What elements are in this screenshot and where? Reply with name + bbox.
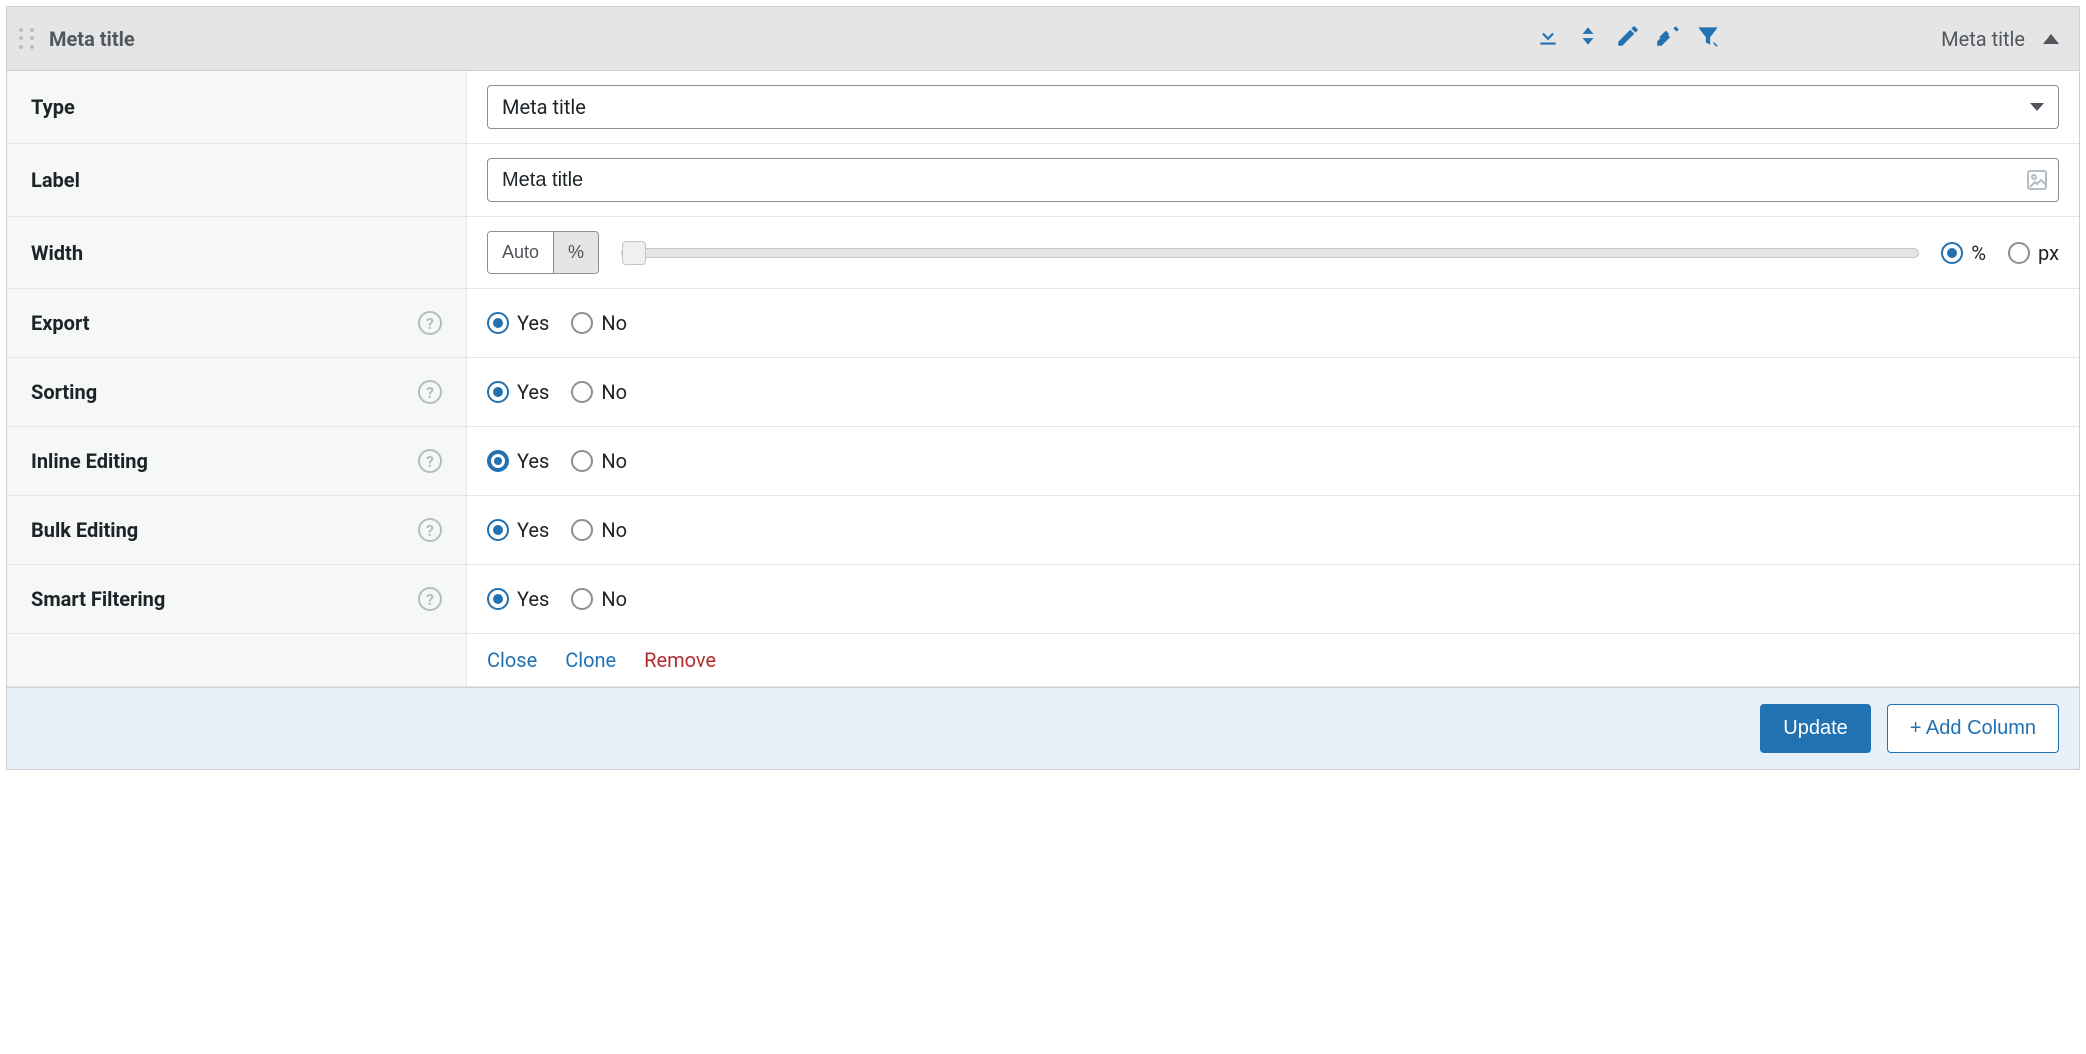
type-label: Type — [31, 95, 75, 119]
row-export: Export ? Yes No — [7, 289, 2079, 358]
close-link[interactable]: Close — [487, 648, 537, 672]
smart-no-radio[interactable]: No — [571, 587, 627, 611]
smart-filtering-label: Smart Filtering — [31, 587, 165, 611]
help-icon[interactable]: ? — [418, 311, 442, 335]
bulk-no-radio[interactable]: No — [571, 518, 627, 542]
inline-editing-label: Inline Editing — [31, 449, 148, 473]
row-inline-editing: Inline Editing ? Yes No — [7, 427, 2079, 496]
help-icon[interactable]: ? — [418, 449, 442, 473]
sorting-label: Sorting — [31, 380, 97, 404]
smart-yes-radio[interactable]: Yes — [487, 587, 549, 611]
panel-title-left: Meta title — [49, 27, 135, 51]
inline-no-radio[interactable]: No — [571, 449, 627, 473]
row-smart-filtering: Smart Filtering ? Yes No — [7, 565, 2079, 634]
inline-yes-radio[interactable]: Yes — [487, 449, 549, 473]
help-icon[interactable]: ? — [418, 518, 442, 542]
update-button[interactable]: Update — [1760, 704, 1871, 753]
row-type: Type Meta title — [7, 71, 2079, 144]
remove-link[interactable]: Remove — [644, 648, 716, 672]
add-column-button[interactable]: + Add Column — [1887, 704, 2059, 753]
type-select[interactable]: Meta title — [487, 85, 2059, 129]
width-auto-button[interactable]: Auto — [488, 232, 553, 273]
drag-handle-icon[interactable] — [19, 28, 37, 50]
bulk-editing-label: Bulk Editing — [31, 518, 138, 542]
slider-thumb-icon[interactable] — [622, 241, 646, 265]
row-sorting: Sorting ? Yes No — [7, 358, 2079, 427]
export-label: Export — [31, 311, 90, 335]
type-select-value: Meta title — [502, 95, 586, 119]
sort-icon — [1575, 23, 1601, 54]
width-unit-percent-radio[interactable]: % — [1941, 241, 1986, 265]
header-feature-icons — [1535, 23, 1721, 54]
filter-icon — [1695, 23, 1721, 54]
row-actions: Close Clone Remove — [7, 634, 2079, 687]
row-label: Label — [7, 144, 2079, 217]
chevron-down-icon — [2030, 103, 2044, 111]
image-icon[interactable] — [2025, 168, 2049, 192]
panel-header[interactable]: Meta title Meta title — [7, 7, 2079, 71]
export-no-radio[interactable]: No — [571, 311, 627, 335]
edit-icon — [1615, 23, 1641, 54]
sorting-no-radio[interactable]: No — [571, 380, 627, 404]
help-icon[interactable]: ? — [418, 587, 442, 611]
width-mode-toggle: Auto % — [487, 231, 599, 274]
column-settings-panel: Meta title Meta title Type Meta title La… — [6, 6, 2080, 770]
width-percent-button[interactable]: % — [553, 232, 598, 273]
width-slider[interactable] — [621, 248, 1919, 258]
bulk-yes-radio[interactable]: Yes — [487, 518, 549, 542]
label-label: Label — [31, 168, 80, 192]
help-icon[interactable]: ? — [418, 380, 442, 404]
export-icon — [1535, 23, 1561, 54]
panel-footer: Update + Add Column — [7, 687, 2079, 769]
panel-title-right: Meta title — [1941, 27, 2025, 51]
label-input[interactable] — [487, 158, 2059, 202]
row-width: Width Auto % % px — [7, 217, 2079, 289]
width-unit-px-radio[interactable]: px — [2008, 241, 2059, 265]
width-label: Width — [31, 241, 83, 265]
row-bulk-editing: Bulk Editing ? Yes No — [7, 496, 2079, 565]
sorting-yes-radio[interactable]: Yes — [487, 380, 549, 404]
clone-link[interactable]: Clone — [565, 648, 616, 672]
collapse-caret-icon[interactable] — [2043, 34, 2059, 44]
bulk-edit-icon — [1655, 23, 1681, 54]
export-yes-radio[interactable]: Yes — [487, 311, 549, 335]
